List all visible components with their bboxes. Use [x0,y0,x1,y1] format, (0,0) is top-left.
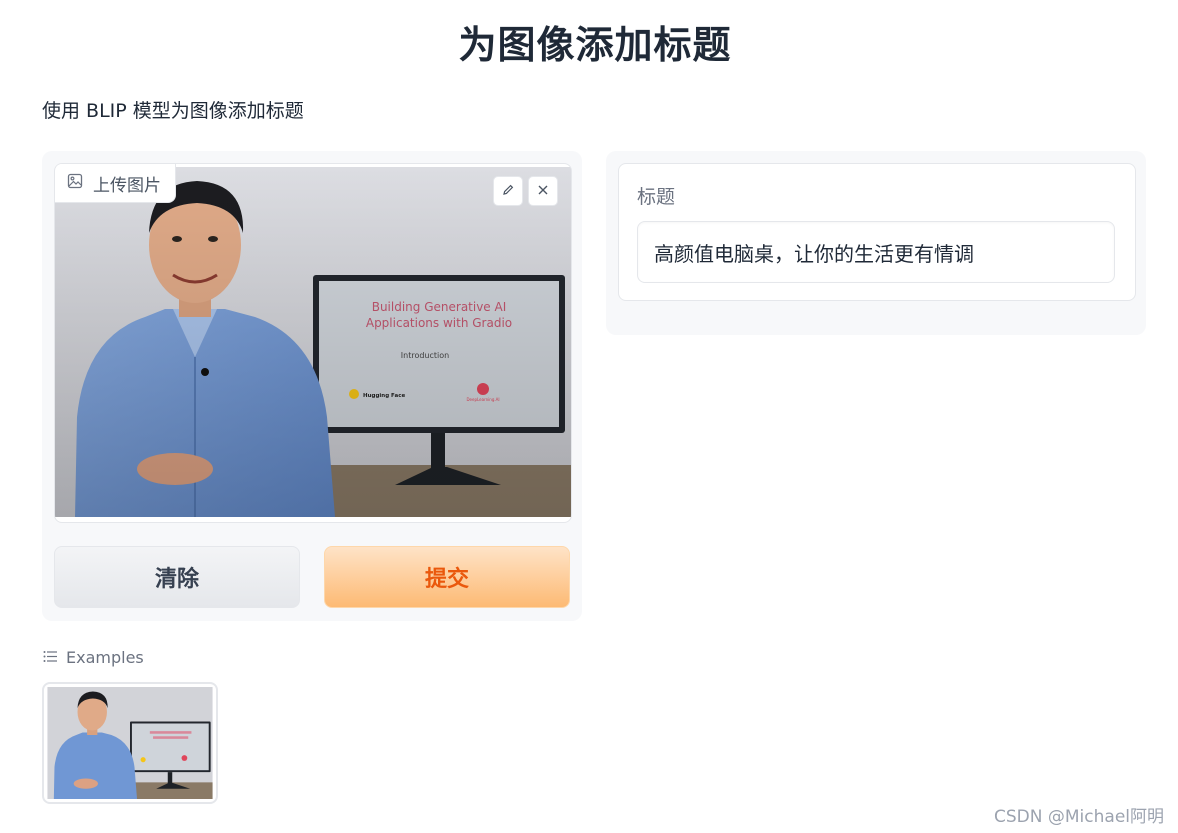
input-panel: 上传图片 清除 提交 [42,151,582,621]
clear-image-button[interactable] [528,176,558,206]
example-image[interactable] [42,682,218,804]
list-icon [43,648,58,667]
caption-label: 标题 [637,186,676,208]
examples-label: Examples [66,648,144,667]
image-upload[interactable]: 上传图片 [54,163,572,523]
image-label: 上传图片 [55,164,176,203]
output-panel: 标题 高颜值电脑桌，让你的生活更有情调 [606,151,1146,335]
caption-output[interactable]: 高颜值电脑桌，让你的生活更有情调 [637,221,1115,283]
image-label-text: 上传图片 [93,175,161,196]
page-title: 为图像添加标题 [458,23,732,67]
page-description: 使用 BLIP 模型为图像添加标题 [42,100,304,122]
edit-button[interactable] [493,176,523,206]
edit-icon [501,182,515,201]
uploaded-image: Building Generative AI Applications with… [55,167,571,517]
close-icon [536,182,550,201]
caption-card: 标题 高颜值电脑桌，让你的生活更有情调 [618,163,1136,301]
examples-header: Examples [43,648,144,667]
submit-button[interactable]: 提交 [324,546,570,608]
image-icon [67,173,83,194]
watermark: CSDN @Michael阿明 [994,807,1164,827]
clear-button[interactable]: 清除 [54,546,300,608]
